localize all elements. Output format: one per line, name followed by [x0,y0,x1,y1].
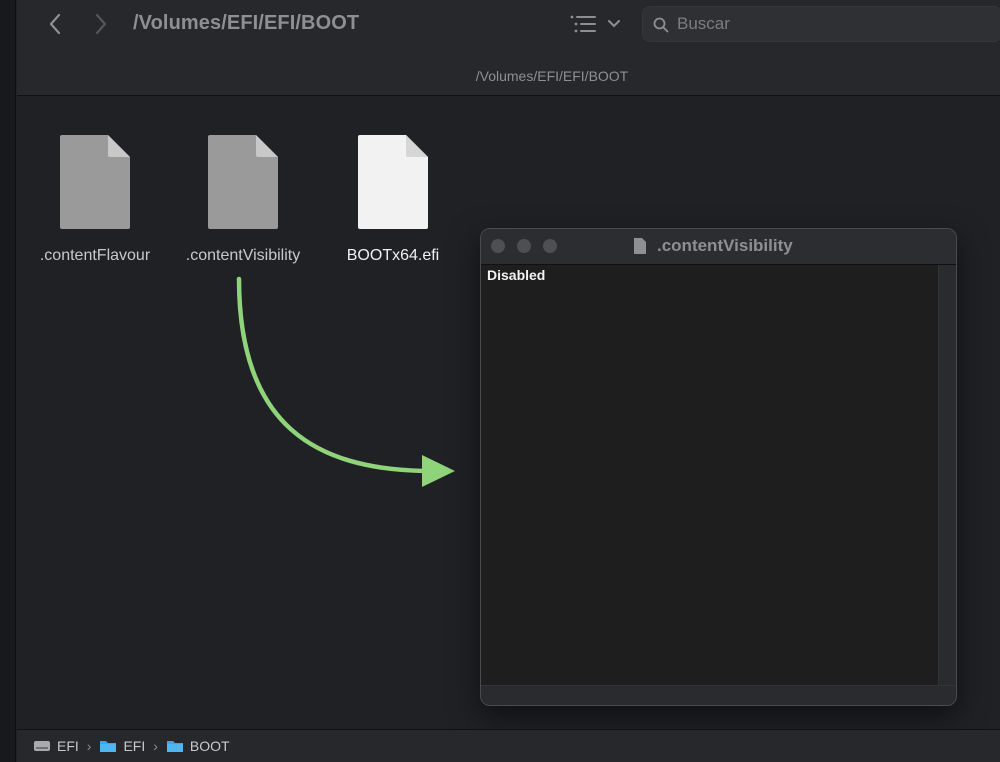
editor-content[interactable]: Disabled [487,267,545,283]
path-item-efi-volume[interactable]: EFI [33,738,79,754]
editor-title-group: .contentVisibility [633,236,793,256]
document-icon [358,135,428,229]
editor-titlebar[interactable]: .contentVisibility [481,229,956,265]
vertical-scrollbar[interactable] [938,265,956,687]
path-item-boot-folder[interactable]: BOOT [166,738,230,754]
file-name: .contentVisibility [185,247,301,264]
close-button[interactable] [491,239,505,253]
document-icon [60,135,130,229]
finder-toolbar: /Volumes/EFI/EFI/BOOT /Volumes/EFI/EFI/B… [17,0,1000,96]
forward-button[interactable] [87,10,115,38]
search-icon [653,17,669,33]
text-editor-window[interactable]: .contentVisibility Disabled [480,228,957,706]
path-item-label: EFI [57,738,79,754]
back-button[interactable] [41,10,69,38]
folder-icon [166,741,183,752]
search-field[interactable] [642,6,1000,42]
file-name: .contentFlavour [39,247,151,264]
view-options-button[interactable] [570,10,626,38]
file-name: BOOTx64.efi [346,247,440,264]
chevron-down-icon [608,20,620,28]
path-separator: › [153,738,158,754]
minimize-button[interactable] [517,239,531,253]
editor-title: .contentVisibility [657,236,793,255]
search-input[interactable] [677,7,977,41]
folder-icon [100,741,117,752]
path-separator: › [86,738,92,754]
window-title: /Volumes/EFI/EFI/BOOT [133,12,360,34]
path-bar: EFI › EFI › BOOT [17,729,1000,762]
path-item-label: BOOT [189,738,230,754]
file-item[interactable]: .contentFlavour [25,133,165,265]
zoom-button[interactable] [543,239,557,253]
chevron-left-icon [49,13,61,35]
editor-bottom-bar [481,685,956,705]
window-subtitle: /Volumes/EFI/EFI/BOOT [475,68,629,84]
drive-icon [34,741,50,751]
sidebar-edge [0,0,16,762]
path-item-label: EFI [123,738,146,754]
path-item-efi-folder[interactable]: EFI [99,738,145,754]
document-icon [634,238,646,254]
list-view-icon [570,15,596,33]
document-icon [208,135,278,229]
file-item[interactable]: BOOTx64.efi [323,133,463,265]
file-item[interactable]: .contentVisibility [173,133,313,265]
chevron-right-icon [95,13,107,35]
